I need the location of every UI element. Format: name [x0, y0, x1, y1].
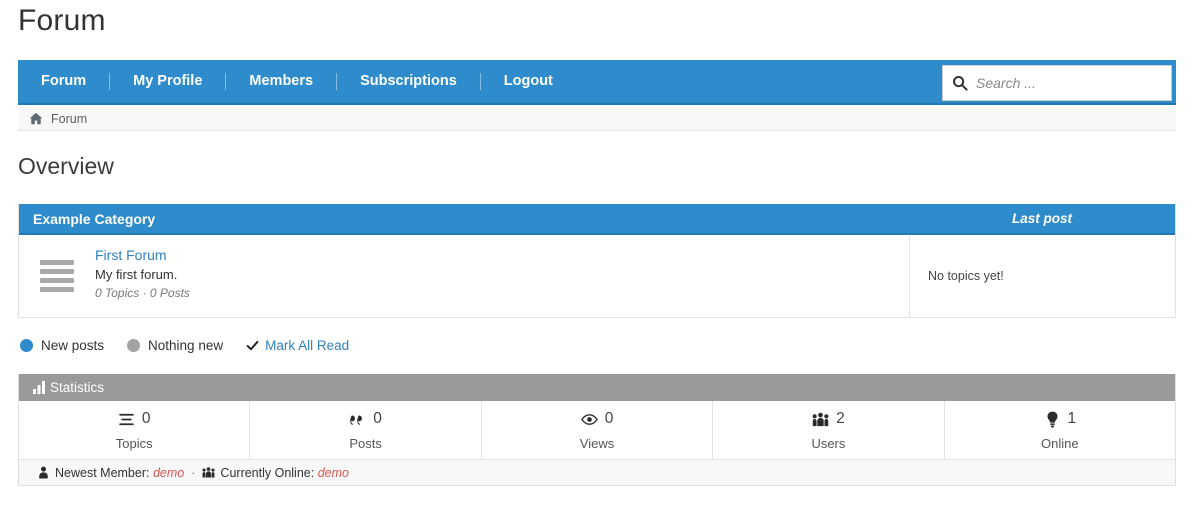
- stat-cell-views: 0 Views: [482, 401, 714, 459]
- lightbulb-icon: [1047, 411, 1058, 427]
- search-icon: [953, 76, 968, 91]
- forum-last-post-cell: No topics yet!: [909, 235, 1175, 317]
- nav-item-list: Forum My Profile Members Subscriptions L…: [18, 60, 576, 103]
- search-box[interactable]: [942, 65, 1172, 101]
- legend-label-new-posts: New posts: [41, 337, 105, 353]
- stat-cell-online: 1 Online: [945, 401, 1175, 459]
- legend-item-new-posts: New posts: [20, 338, 104, 353]
- forum-last-post-text: No topics yet!: [928, 269, 1004, 283]
- nav-item-members[interactable]: Members: [226, 59, 336, 104]
- stat-label-online: Online: [1041, 436, 1079, 451]
- stat-top-users: 2: [812, 409, 845, 429]
- footer-separator: ·: [191, 465, 196, 480]
- forum-row[interactable]: First Forum My first forum. 0 Topics · 0…: [19, 235, 1175, 317]
- forum-counts: 0 Topics · 0 Posts: [95, 286, 190, 300]
- eye-icon: [580, 413, 598, 425]
- legend-item-nothing-new: Nothing new: [127, 338, 223, 353]
- stat-top-views: 0: [580, 409, 614, 429]
- bar-chart-icon: [33, 381, 45, 394]
- mark-all-read-button[interactable]: Mark All Read: [246, 338, 349, 353]
- category-header: Example Category Last post: [19, 204, 1175, 235]
- home-icon: [29, 112, 43, 124]
- breadcrumb: Forum: [18, 107, 1176, 131]
- stat-cell-posts: 0 Posts: [250, 401, 482, 459]
- breadcrumb-item-forum[interactable]: Forum: [51, 112, 87, 126]
- currently-online-section: Currently Online: demo: [202, 466, 349, 480]
- stat-top-posts: 0: [349, 409, 382, 429]
- newest-member-section: Newest Member: demo: [37, 466, 184, 480]
- newest-member-value[interactable]: demo: [153, 466, 184, 480]
- nav-item-forum[interactable]: Forum: [18, 59, 109, 104]
- check-icon: [246, 340, 259, 350]
- list-lines-icon: [119, 413, 134, 425]
- nav-item-my-profile[interactable]: My Profile: [110, 59, 225, 104]
- forum-info-cell: First Forum My first forum. 0 Topics · 0…: [95, 235, 909, 317]
- forum-page: Forum Forum My Profile Members Subscript…: [0, 0, 1194, 515]
- stat-value-posts: 0: [373, 410, 382, 427]
- statistics-body: 0 Topics 0 Posts 0 Views 2 Users 1 Onlin…: [19, 401, 1175, 459]
- stat-value-online: 1: [1067, 410, 1077, 427]
- newest-member-label: Newest Member:: [55, 465, 150, 480]
- stat-value-views: 0: [604, 410, 614, 427]
- currently-online-value[interactable]: demo: [318, 466, 349, 480]
- search-input[interactable]: [976, 75, 1162, 91]
- mark-all-read-label: Mark All Read: [265, 337, 350, 353]
- statistics-panel: Statistics 0 Topics 0 Posts 0 Views 2 Us…: [18, 374, 1176, 486]
- stat-top-topics: 0: [118, 409, 151, 429]
- forum-description: My first forum.: [95, 267, 178, 282]
- forum-list-icon: [40, 260, 74, 292]
- legend: New posts Nothing new Mark All Read: [20, 334, 349, 356]
- currently-online-label: Currently Online:: [220, 465, 315, 480]
- category-title: Example Category: [33, 210, 156, 227]
- forum-link-first-forum[interactable]: First Forum: [95, 247, 909, 263]
- stat-value-users: 2: [836, 410, 845, 427]
- category-panel: Example Category Last post First Forum M…: [18, 204, 1176, 318]
- column-header-last-post: Last post: [1011, 211, 1072, 226]
- new-posts-dot-icon: [20, 338, 33, 352]
- main-navbar: Forum My Profile Members Subscriptions L…: [18, 60, 1176, 105]
- stat-label-posts: Posts: [349, 436, 382, 451]
- nothing-new-dot-icon: [127, 338, 141, 352]
- legend-label-nothing-new: Nothing new: [148, 337, 224, 353]
- stat-label-topics: Topics: [115, 436, 153, 451]
- person-icon: [39, 466, 48, 479]
- page-title: Forum: [18, 4, 106, 37]
- statistics-title: Statistics: [50, 380, 105, 395]
- users-icon: [202, 467, 215, 478]
- stat-label-views: Views: [579, 436, 615, 451]
- nav-item-logout[interactable]: Logout: [481, 59, 576, 104]
- users-icon: [812, 412, 829, 426]
- stat-top-online: 1: [1044, 409, 1077, 429]
- nav-item-subscriptions[interactable]: Subscriptions: [337, 59, 480, 104]
- statistics-footer: Newest Member: demo · Currently Online: …: [19, 459, 1175, 485]
- stat-value-topics: 0: [141, 410, 151, 427]
- forum-icon-cell: [19, 235, 95, 317]
- quote-icon: [350, 414, 363, 425]
- stat-cell-users: 2 Users: [713, 401, 945, 459]
- section-heading-overview: Overview: [18, 153, 114, 179]
- statistics-header: Statistics: [19, 374, 1175, 401]
- stat-cell-topics: 0 Topics: [19, 401, 251, 459]
- stat-label-users: Users: [811, 436, 846, 451]
